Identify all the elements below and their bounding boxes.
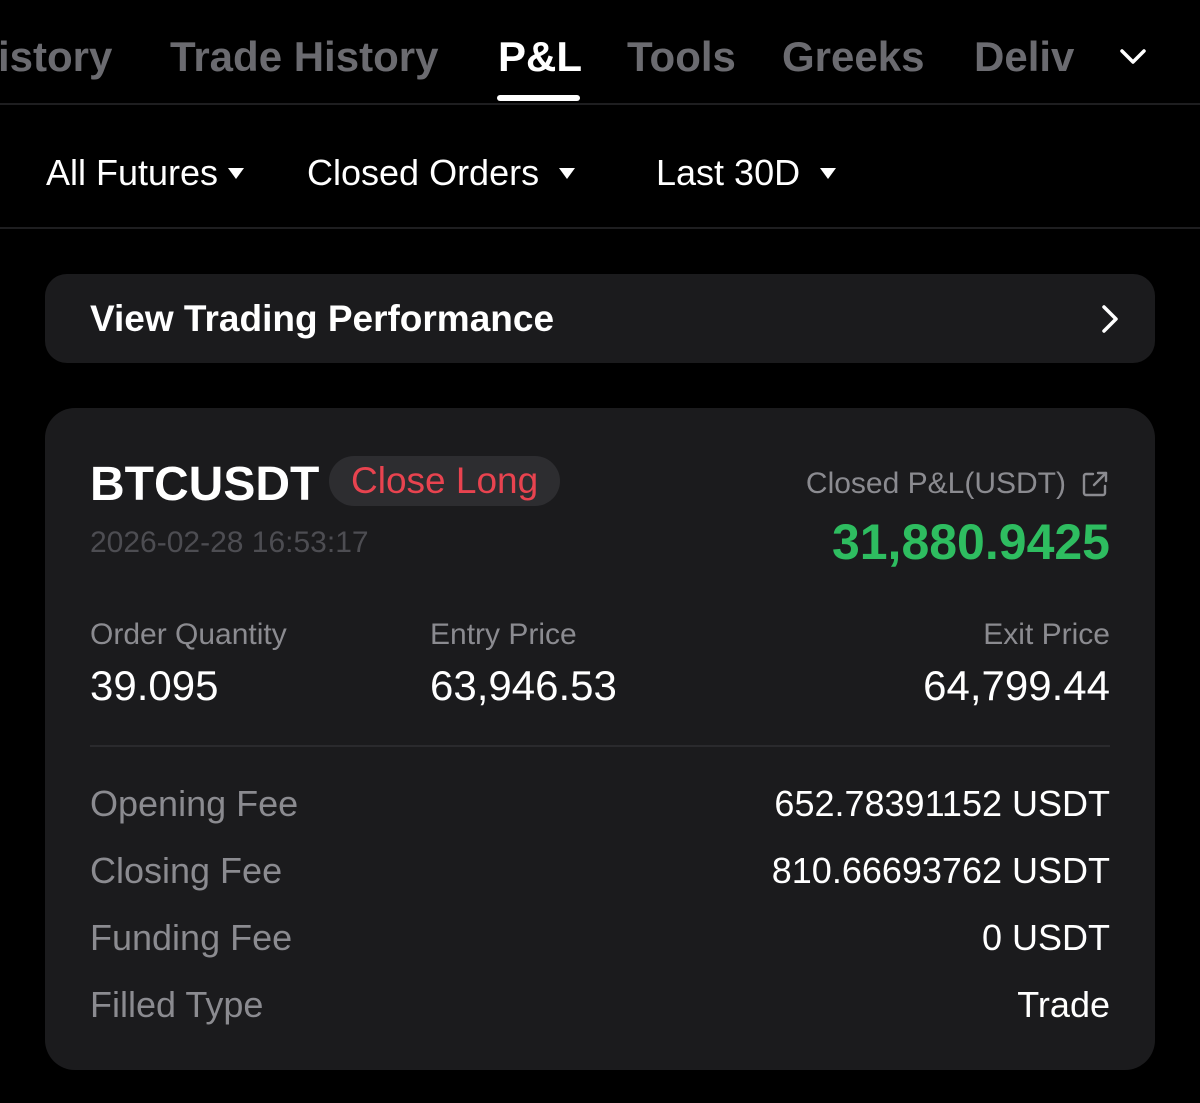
futures-filter-dropdown[interactable]: All Futures <box>46 151 245 195</box>
view-trading-performance-button[interactable]: View Trading Performance <box>45 274 1155 363</box>
view-trading-performance-label: View Trading Performance <box>90 298 555 339</box>
filled-type-label: Filled Type <box>90 984 264 1025</box>
share-icon[interactable] <box>1080 469 1110 499</box>
funding-fee-value: 0 USDT <box>981 917 1110 958</box>
exit-price-value: 64,799.44 <box>923 662 1110 709</box>
filled-type-value: Trade <box>1017 984 1110 1025</box>
tab-delivery[interactable]: Deliv <box>974 31 1074 83</box>
divider <box>90 745 1110 747</box>
funding-fee-label: Funding Fee <box>90 917 293 958</box>
opening-fee-value: 652.78391152 USDT <box>774 783 1110 824</box>
chevron-right-icon <box>1102 305 1118 333</box>
entry-price-value: 63,946.53 <box>430 662 617 709</box>
tab-history[interactable]: istory <box>0 31 112 83</box>
caret-down-icon <box>559 167 576 179</box>
closing-fee-label: Closing Fee <box>90 850 283 891</box>
exit-price-label: Exit Price <box>983 618 1110 651</box>
period-filter-label: Last 30D <box>656 152 801 193</box>
tab-greeks[interactable]: Greeks <box>782 31 924 83</box>
futures-filter-label: All Futures <box>46 152 219 193</box>
order-quantity-label: Order Quantity <box>90 618 287 651</box>
pnl-page: istory Trade History P&L Tools Greeks De… <box>0 0 1200 1103</box>
opening-fee-label: Opening Fee <box>90 783 299 824</box>
closed-position-card[interactable]: BTCUSDT Close Long 2026-02-28 16:53:17 C… <box>45 408 1155 1070</box>
closing-fee-value: 810.66693762 USDT <box>771 850 1110 891</box>
closed-pnl-value: 31,880.9425 <box>831 514 1110 570</box>
filter-bar: All Futures Closed Orders Last 30D <box>0 105 1200 229</box>
orders-filter-label: Closed Orders <box>307 152 540 193</box>
closed-pnl-label: Closed P&L(USDT) <box>805 467 1066 500</box>
tab-pnl[interactable]: P&L <box>498 31 582 83</box>
chevron-down-icon[interactable] <box>1116 40 1150 74</box>
symbol-name: BTCUSDT <box>90 458 320 511</box>
order-quantity-value: 39.095 <box>90 662 219 709</box>
orders-filter-dropdown[interactable]: Closed Orders <box>307 151 576 195</box>
close-timestamp: 2026-02-28 16:53:17 <box>90 526 369 559</box>
caret-down-icon <box>228 167 245 179</box>
tab-tools[interactable]: Tools <box>627 31 736 83</box>
caret-down-icon <box>820 167 837 179</box>
tab-trade-history[interactable]: Trade History <box>170 31 438 83</box>
entry-price-label: Entry Price <box>430 618 577 651</box>
active-tab-indicator <box>497 95 580 101</box>
period-filter-dropdown[interactable]: Last 30D <box>656 151 837 195</box>
closed-pnl-header: Closed P&L(USDT) <box>806 465 1110 503</box>
status-badge: Close Long <box>329 456 561 506</box>
tab-bar: istory Trade History P&L Tools Greeks De… <box>0 0 1200 105</box>
